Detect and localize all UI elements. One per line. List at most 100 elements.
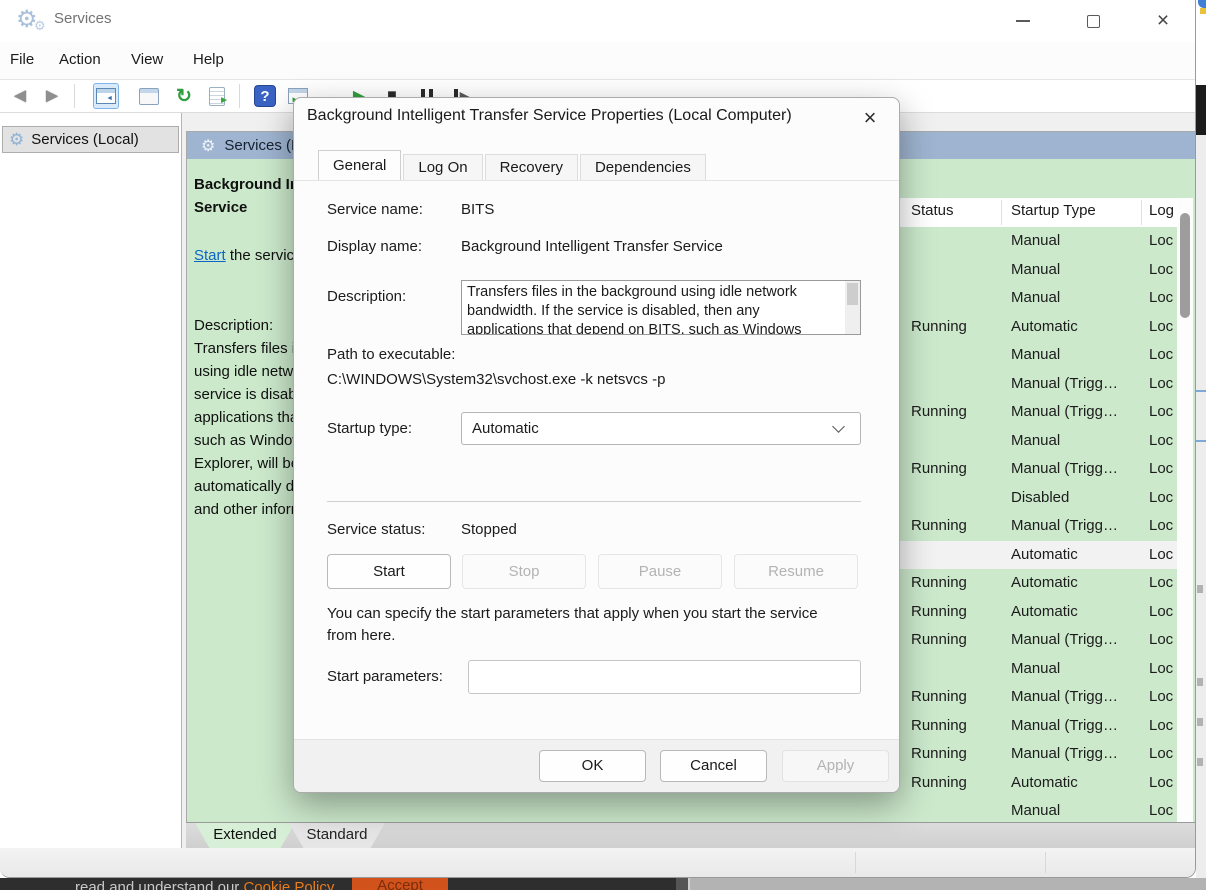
path-value: C:\WINDOWS\System32\svchost.exe -k netsv… [327,371,665,388]
strip-text-fragment [1197,678,1203,686]
startup-cell: Automatic [1011,313,1078,342]
tab-recovery[interactable]: Recovery [485,154,578,181]
tab-divider [294,180,899,181]
service-name-label: Service name: [327,201,423,218]
log-cell: Loc [1149,455,1173,484]
description-box[interactable]: Transfers files in the background using … [461,280,861,335]
statusbar-divider [855,852,856,873]
minimize-button[interactable] [1000,0,1046,42]
startup-type-label: Startup type: [327,420,412,437]
column-header-log-on-as[interactable]: Log [1149,202,1174,219]
startup-cell: Manual [1011,427,1060,456]
strip-text-fragment [1197,718,1203,726]
log-cell: Loc [1149,569,1173,598]
export-list-icon[interactable] [204,83,230,109]
log-cell: Loc [1149,769,1173,798]
forward-icon[interactable]: ► [39,83,65,109]
status-cell: Running [911,626,967,655]
menu-view[interactable]: View [131,51,163,68]
description-label: Description: [327,288,406,305]
ok-button[interactable]: OK [539,750,646,782]
gear-icon: ⚙ [201,136,215,156]
description-scrollbar-thumb[interactable] [847,283,858,305]
startup-cell: Disabled [1011,484,1069,513]
tree-item-services-local[interactable]: ⚙ Services (Local) [2,126,179,153]
description-scrollbar[interactable] [845,281,860,334]
startup-cell: Manual [1011,227,1060,256]
cookie-policy-link[interactable]: Cookie Policy. [243,879,337,890]
properties-icon[interactable] [136,83,162,109]
cancel-button[interactable]: Cancel [660,750,767,782]
startup-cell: Manual [1011,341,1060,370]
status-cell: Running [911,598,967,627]
status-cell: Running [911,398,967,427]
screen: read and understand our Cookie Policy. A… [0,0,1206,890]
menu-help[interactable]: Help [193,51,224,68]
column-header-startup-type[interactable]: Startup Type [1011,202,1096,219]
view-tab-standard[interactable]: Standard [289,823,385,849]
resume-button[interactable]: Resume [734,554,858,589]
startup-cell: Manual (Trigg… [1011,712,1118,741]
startup-type-select[interactable]: Automatic [461,412,861,445]
log-cell: Loc [1149,512,1173,541]
cookie-banner: read and understand our Cookie Policy. A… [0,878,1206,890]
path-label: Path to executable: [327,346,455,363]
view-tabs: ExtendedStandard [186,822,1196,849]
menu-bar: File Action View Help [0,42,1195,80]
tree-item-label: Services (Local) [31,131,139,148]
start-service-rest: the service [226,247,303,264]
console-tree-icon[interactable] [93,83,119,109]
column-divider [1141,200,1142,225]
log-cell: Loc [1149,541,1173,570]
strip-logo-fragment2 [1200,8,1206,14]
tab-log-on[interactable]: Log On [403,154,482,181]
column-header-status[interactable]: Status [911,202,954,219]
strip-text-fragment [1197,585,1203,593]
startup-cell: Manual (Trigg… [1011,370,1118,399]
startup-cell: Manual (Trigg… [1011,683,1118,712]
tab-general[interactable]: General [318,150,401,181]
log-cell: Loc [1149,797,1173,822]
maximize-button[interactable] [1070,0,1116,42]
log-cell: Loc [1149,740,1173,769]
vertical-scrollbar-thumb[interactable] [1180,213,1190,318]
log-cell: Loc [1149,683,1173,712]
stop-button[interactable]: Stop [462,554,586,589]
display-name-label: Display name: [327,238,422,255]
status-cell: Running [911,683,967,712]
back-icon[interactable]: ◄ [7,83,33,109]
description-text: Transfers files in the background using … [467,283,842,335]
menu-file[interactable]: File [10,51,34,68]
help-icon[interactable]: ? [254,85,276,107]
start-button[interactable]: Start [327,554,451,589]
service-status-label: Service status: [327,521,425,538]
menu-action[interactable]: Action [59,51,101,68]
status-cell: Running [911,769,967,798]
accept-button[interactable]: Accept [352,878,448,890]
services-gear-icon-small: ⚙ [34,18,46,34]
start-parameters-label: Start parameters: [327,668,443,685]
background-browser-strip [1196,0,1206,890]
toolbar-separator [74,84,75,108]
start-parameters-input[interactable] [468,660,861,694]
table-row[interactable]: Manual Loc [506,797,1179,822]
pause-button[interactable]: Pause [598,554,722,589]
view-tab-extended[interactable]: Extended [195,823,295,849]
service-status-value: Stopped [461,521,517,538]
dialog-title: Background Intelligent Transfer Service … [307,107,792,125]
startup-cell: Manual (Trigg… [1011,398,1118,427]
startup-cell: Automatic [1011,541,1078,570]
close-button[interactable]: × [1140,0,1186,42]
description-label: Description: [194,314,273,337]
refresh-icon[interactable]: ↻ [171,83,197,109]
log-cell: Loc [1149,427,1173,456]
dialog-close-button[interactable]: × [855,103,885,133]
tab-dependencies[interactable]: Dependencies [580,154,706,181]
start-service-link[interactable]: Start [194,247,226,264]
apply-button[interactable]: Apply [782,750,889,782]
startup-cell: Manual [1011,797,1060,822]
status-cell: Running [911,712,967,741]
vertical-scrollbar[interactable] [1177,198,1193,822]
cookie-text-prefix: read and understand our [75,879,243,890]
startup-cell: Automatic [1011,598,1078,627]
